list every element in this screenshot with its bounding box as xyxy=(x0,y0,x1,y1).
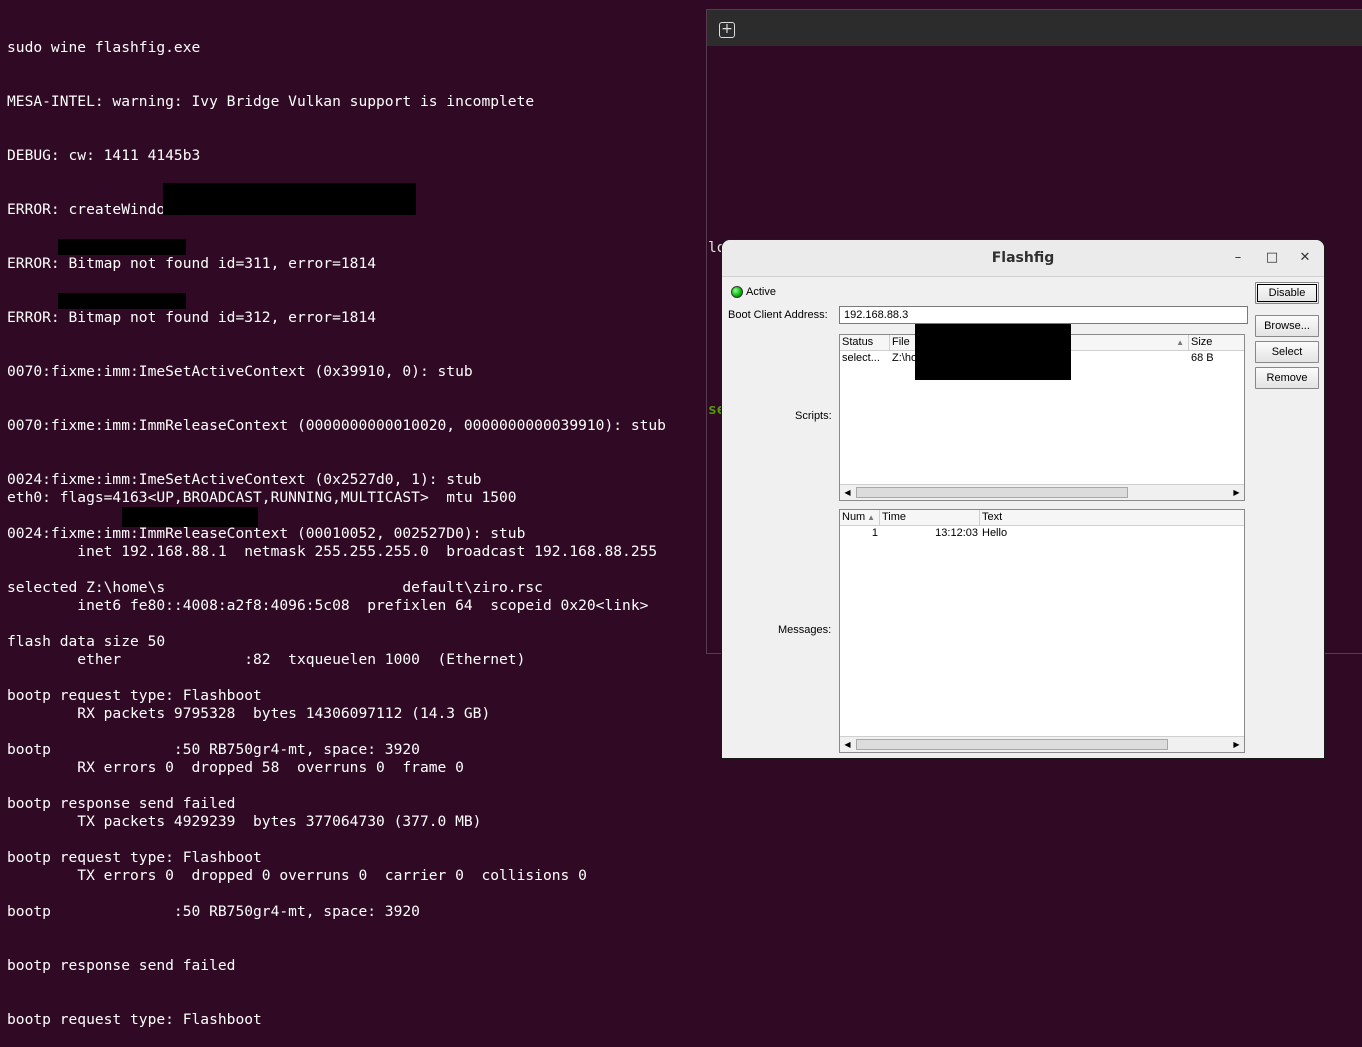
column-header-num[interactable]: Num ▲ xyxy=(840,510,880,525)
disable-button[interactable]: Disable xyxy=(1255,282,1319,304)
close-icon[interactable]: ✕ xyxy=(1296,249,1314,267)
terminal-line: bootp request type: Flashboot xyxy=(7,1011,262,1028)
terminal-line: TX packets 4929239 bytes 377064730 (377.… xyxy=(7,813,482,830)
terminal-line: ERROR: Bitmap not found id=312, error=18… xyxy=(7,309,377,326)
terminal-line: inet 192.168.88.1 netmask 255.255.255.0 … xyxy=(7,543,658,560)
redaction-block xyxy=(163,183,416,215)
redaction-block xyxy=(58,293,186,309)
terminal-line: 0070:fixme:imm:ImeSetActiveContext (0x39… xyxy=(7,363,473,380)
column-header-text[interactable]: Text xyxy=(980,510,1244,525)
column-header-time[interactable]: Time xyxy=(880,510,980,525)
terminal-line: ether :82 txqueuelen 1000 (Ethernet) xyxy=(7,651,526,668)
scripts-horizontal-scrollbar[interactable]: ◀ ▶ xyxy=(840,484,1244,500)
terminal-line: 0070:fixme:imm:ImmReleaseContext (000000… xyxy=(7,417,666,434)
column-header-status[interactable]: Status xyxy=(840,335,890,350)
new-tab-icon[interactable]: + xyxy=(719,22,735,38)
terminal-line: eth0: flags=4163<UP,BROADCAST,RUNNING,MU… xyxy=(7,489,517,506)
terminal-line: DEBUG: cw: 1411 4145b3 xyxy=(7,147,201,164)
column-header-file-label: File xyxy=(892,336,910,348)
window-client-area: Active Boot Client Address: 192.168.88.3… xyxy=(722,277,1324,758)
scrollbar-thumb[interactable] xyxy=(856,487,1128,498)
scroll-right-icon[interactable]: ▶ xyxy=(1229,737,1244,752)
script-size-cell: 68 B xyxy=(1191,352,1214,364)
flashfig-window: Flashfig – □ ✕ Active Boot Client Addres… xyxy=(722,240,1324,758)
terminal-line: inet6 fe80::4008:a2f8:4096:5c08 prefixle… xyxy=(7,597,649,614)
boot-client-label: Boot Client Address: xyxy=(728,309,828,321)
pane-tab-bar: + xyxy=(707,10,1362,46)
redaction-block xyxy=(915,324,1071,380)
minimize-icon[interactable]: – xyxy=(1229,249,1247,267)
scroll-right-icon[interactable]: ▶ xyxy=(1229,485,1244,500)
script-status-cell: select... xyxy=(842,352,880,364)
redaction-block xyxy=(58,239,186,255)
terminal-line: sudo wine flashfig.exe xyxy=(7,39,201,56)
column-header-size[interactable]: Size xyxy=(1189,335,1244,350)
sort-ascending-icon: ▲ xyxy=(1176,338,1184,347)
maximize-icon[interactable]: □ xyxy=(1263,249,1281,267)
terminal-line: MESA-INTEL: warning: Ivy Bridge Vulkan s… xyxy=(7,93,535,110)
messages-list-header: Num ▲ Time Text xyxy=(840,510,1244,526)
boot-client-address-input[interactable]: 192.168.88.3 xyxy=(839,306,1248,324)
status-label: Active xyxy=(746,286,776,298)
message-time-cell: 13:12:03 xyxy=(935,527,978,539)
scroll-left-icon[interactable]: ◀ xyxy=(840,737,855,752)
sort-ascending-icon: ▲ xyxy=(867,513,875,522)
terminal-line: ERROR: Bitmap not found id=311, error=18… xyxy=(7,255,377,272)
message-num-cell: 1 xyxy=(871,527,878,539)
messages-list[interactable]: Num ▲ Time Text 1 13:12:03 Hello ◀ ▶ xyxy=(839,509,1245,753)
message-text-cell: Hello xyxy=(982,527,1008,539)
terminal-line: RX errors 0 dropped 58 overruns 0 frame … xyxy=(7,759,464,776)
scrollbar-thumb[interactable] xyxy=(856,739,1168,750)
browse-button[interactable]: Browse... xyxy=(1255,315,1319,337)
window-titlebar[interactable]: Flashfig – □ ✕ xyxy=(722,240,1324,277)
messages-horizontal-scrollbar[interactable]: ◀ ▶ xyxy=(840,736,1244,752)
table-row[interactable]: 1 13:12:03 Hello xyxy=(840,526,1244,540)
terminal-line: bootp response send failed xyxy=(7,957,236,974)
messages-label: Messages: xyxy=(778,624,832,636)
redaction-block xyxy=(122,507,258,527)
terminal-line: TX errors 0 dropped 0 overruns 0 carrier… xyxy=(7,867,587,884)
ifconfig-output: eth0: flags=4163<UP,BROADCAST,RUNNING,MU… xyxy=(7,453,657,903)
scripts-label: Scripts: xyxy=(795,410,832,422)
terminal-line: bootp :50 RB750gr4-mt, space: 3920 xyxy=(7,903,420,920)
remove-button[interactable]: Remove xyxy=(1255,367,1319,389)
scroll-left-icon[interactable]: ◀ xyxy=(840,485,855,500)
select-button[interactable]: Select xyxy=(1255,341,1319,363)
terminal-line: RX packets 9795328 bytes 14306097112 (14… xyxy=(7,705,491,722)
status-led-icon xyxy=(731,286,743,298)
column-header-num-label: Num xyxy=(842,511,866,523)
